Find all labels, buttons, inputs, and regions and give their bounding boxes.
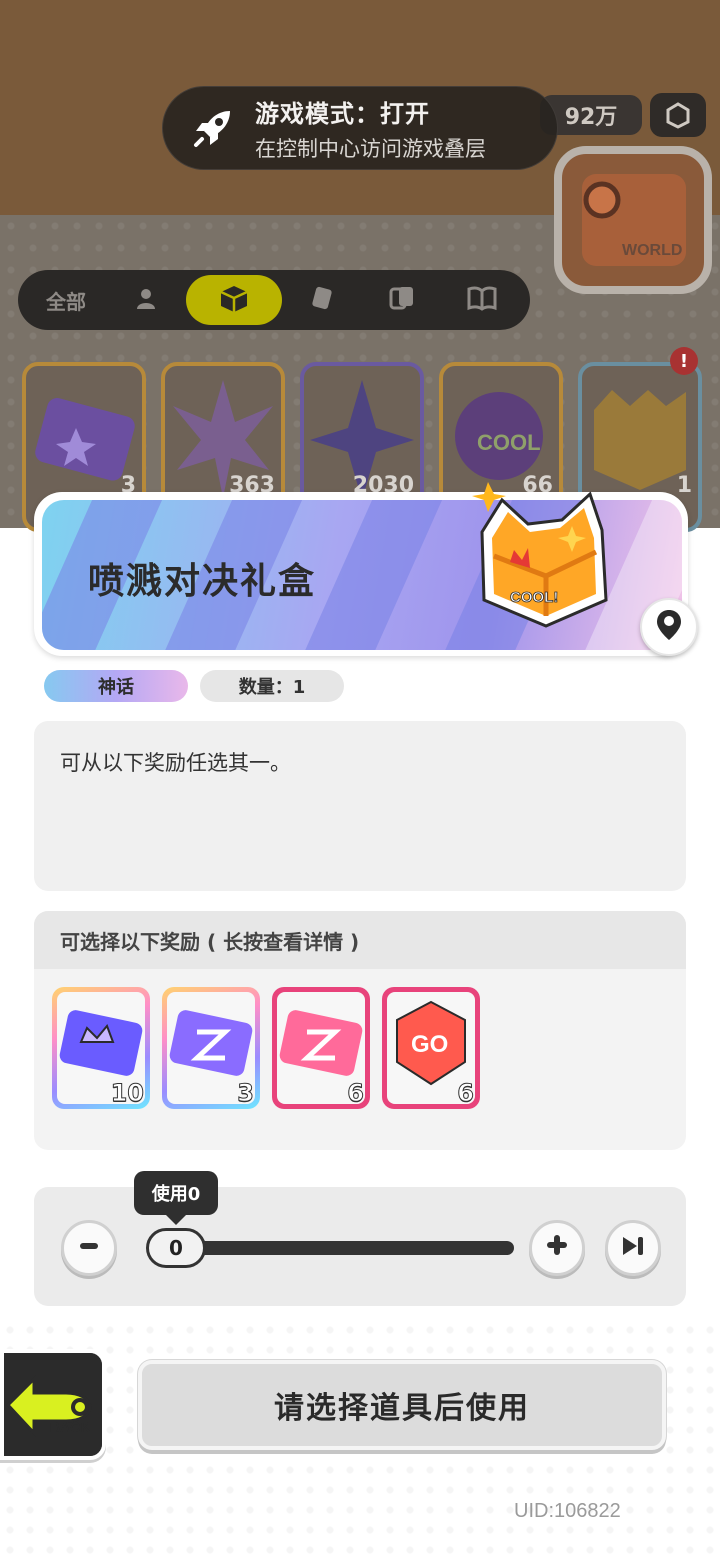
back-label: BACK bbox=[50, 1419, 90, 1435]
item-description: 可从以下奖励任选其一。 bbox=[34, 721, 686, 891]
back-button[interactable]: BACK bbox=[0, 1349, 106, 1460]
minus-icon bbox=[77, 1231, 101, 1266]
use-item-button[interactable]: 请选择道具后使用 bbox=[138, 1360, 666, 1450]
svg-text:COOL: COOL bbox=[477, 430, 541, 455]
world-box-icon[interactable]: WORLD bbox=[552, 140, 720, 300]
shop-icon[interactable] bbox=[650, 93, 706, 137]
item-name: 喷溅对决礼盒 bbox=[88, 561, 317, 602]
use-button-label: 请选择道具后使用 bbox=[274, 1391, 530, 1426]
alert-badge: ! bbox=[670, 347, 698, 375]
tab-cards[interactable] bbox=[362, 275, 442, 325]
tab-card[interactable] bbox=[282, 275, 362, 325]
tooltip-label: 使用0 bbox=[151, 1184, 201, 1205]
svg-text:WORLD: WORLD bbox=[622, 242, 682, 259]
cards-icon bbox=[388, 284, 416, 317]
person-icon bbox=[134, 286, 158, 315]
toast-subtitle: 在控制中心访问游戏叠层 bbox=[255, 136, 486, 161]
skip-max-icon bbox=[619, 1231, 647, 1266]
reward-count: 6 bbox=[347, 1079, 365, 1108]
decrease-button[interactable] bbox=[61, 1220, 117, 1276]
reward-selection-panel: 可选择以下奖励 ( 长按查看详情 ) 10 3 6 GO 6 bbox=[34, 911, 686, 1150]
slider-tooltip: 使用0 bbox=[134, 1171, 218, 1225]
reward-count: 10 bbox=[110, 1079, 144, 1108]
reward-count: 3 bbox=[237, 1079, 255, 1108]
reward-option-1[interactable]: 10 bbox=[52, 987, 150, 1109]
quantity-slider-handle[interactable]: 0 bbox=[146, 1228, 206, 1268]
tab-box[interactable] bbox=[186, 275, 282, 325]
back-arrow-icon: BACK bbox=[4, 1353, 102, 1456]
gift-box-icon: COOL! bbox=[466, 480, 626, 630]
category-tabs: 全部 bbox=[18, 270, 530, 330]
quantity-label: 数量：1 bbox=[238, 677, 306, 698]
rocket-icon bbox=[187, 102, 239, 154]
reward-option-2[interactable]: 3 bbox=[162, 987, 260, 1109]
svg-text:GO: GO bbox=[411, 1031, 448, 1058]
tab-all[interactable]: 全部 bbox=[26, 275, 106, 325]
game-mode-toast: 游戏模式：打开 在控制中心访问游戏叠层 bbox=[162, 86, 558, 170]
item-count: 1 bbox=[676, 473, 692, 498]
plus-icon bbox=[544, 1231, 570, 1266]
rarity-label: 神话 bbox=[98, 677, 134, 698]
tab-all-label: 全部 bbox=[46, 289, 86, 314]
rarity-badge: 神话 bbox=[44, 670, 188, 702]
svg-text:COOL!: COOL! bbox=[510, 589, 558, 606]
tab-character[interactable] bbox=[106, 275, 186, 325]
reward-header: 可选择以下奖励 ( 长按查看详情 ) bbox=[34, 911, 686, 969]
increase-button[interactable] bbox=[529, 1220, 585, 1276]
description-text: 可从以下奖励任选其一。 bbox=[60, 751, 291, 775]
slider-value: 0 bbox=[169, 1236, 183, 1260]
book-icon bbox=[467, 285, 497, 316]
toast-title: 游戏模式：打开 bbox=[255, 99, 430, 128]
card-icon bbox=[309, 285, 335, 316]
tab-book[interactable] bbox=[442, 275, 522, 325]
box-icon bbox=[217, 283, 251, 318]
currency-value: 92万 bbox=[564, 105, 618, 130]
locate-button[interactable] bbox=[640, 598, 698, 656]
max-button[interactable] bbox=[605, 1220, 661, 1276]
reward-count: 6 bbox=[457, 1079, 475, 1108]
reward-option-3[interactable]: 6 bbox=[272, 987, 370, 1109]
reward-option-4[interactable]: GO 6 bbox=[382, 987, 480, 1109]
quantity-badge: 数量：1 bbox=[200, 670, 344, 702]
user-id: UID:106822 bbox=[514, 1500, 621, 1522]
location-pin-icon bbox=[655, 608, 683, 646]
